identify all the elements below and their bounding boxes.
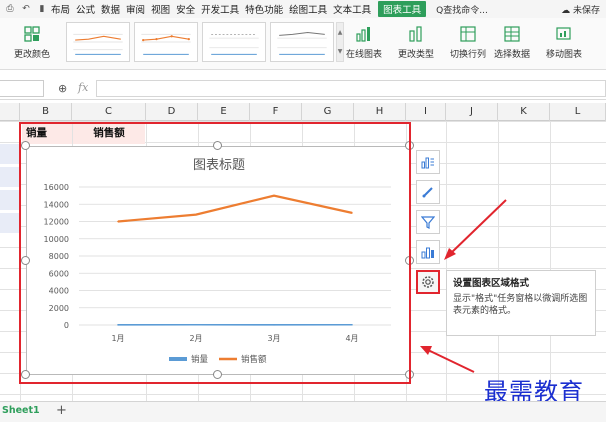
tooltip: 设置图表区域格式 显示"格式"任务窗格以微调所选图表元素的格式。 bbox=[446, 270, 596, 336]
sheet-tab-bar: Sheet1 + bbox=[0, 401, 606, 422]
red-arrow-icon bbox=[449, 199, 507, 255]
add-sheet-icon[interactable]: + bbox=[56, 403, 67, 418]
annotation-arrows bbox=[420, 199, 507, 373]
spreadsheet-window: ⎙ ↶ ▮ 布局 公式 数据 审阅 视图 安全 开发工具 特色功能 绘图工具 文… bbox=[0, 0, 606, 422]
tooltip-title: 设置图表区域格式 bbox=[453, 278, 530, 289]
red-arrow-icon bbox=[427, 349, 475, 373]
tooltip-description: 显示"格式"任务窗格以微调所选图表元素的格式。 bbox=[453, 294, 588, 316]
sheet-tab-sheet1[interactable]: Sheet1 bbox=[2, 405, 40, 416]
